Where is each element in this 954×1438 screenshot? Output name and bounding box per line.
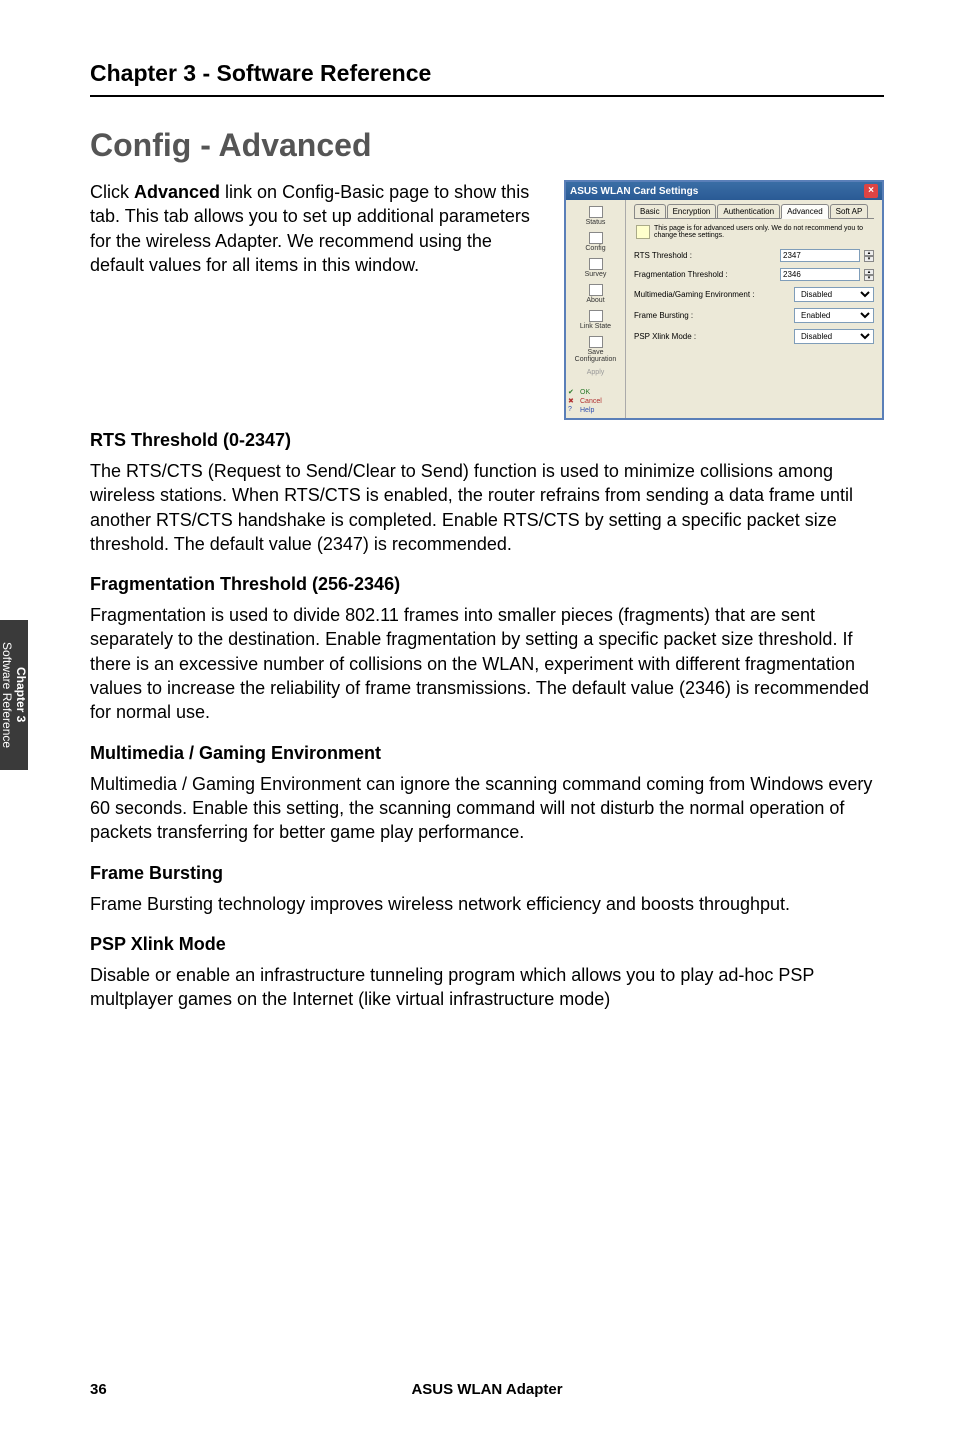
footer-product: ASUS WLAN Adapter [411, 1381, 562, 1398]
rts-spinner[interactable]: ▴▾ [864, 250, 874, 262]
heading-multimedia: Multimedia / Gaming Environment [90, 743, 884, 764]
text-burst: Frame Bursting technology improves wirel… [90, 892, 884, 916]
cancel-icon: ✖ [568, 397, 578, 405]
field-rts: RTS Threshold : ▴▾ [634, 249, 874, 262]
status-icon [589, 206, 603, 218]
survey-icon [589, 258, 603, 270]
config-icon [589, 232, 603, 244]
heading-psp: PSP Xlink Mode [90, 934, 884, 955]
sidebar-item-about[interactable]: About [568, 282, 623, 306]
dialog-sidebar: Status Config Survey About Link State Sa… [566, 200, 626, 418]
hint-icon [636, 225, 650, 239]
field-psp: PSP Xlink Mode : Disabled [634, 329, 874, 344]
burst-select[interactable]: Enabled [794, 308, 874, 323]
text-psp: Disable or enable an infrastructure tunn… [90, 963, 884, 1012]
sidebar-item-apply: Apply [568, 367, 623, 378]
settings-dialog: ASUS WLAN Card Settings × Status Config … [564, 180, 884, 420]
tab-softap[interactable]: Soft AP [830, 204, 869, 218]
tab-advanced[interactable]: Advanced [781, 204, 829, 219]
page-number: 36 [90, 1381, 107, 1398]
field-multimedia: Multimedia/Gaming Environment : Disabled [634, 287, 874, 302]
side-tab: Chapter 3 Software Reference [0, 620, 28, 770]
sidebar-item-survey[interactable]: Survey [568, 256, 623, 280]
page-footer: 36 ASUS WLAN Adapter [90, 1381, 884, 1398]
sidebar-item-linkstate[interactable]: Link State [568, 308, 623, 332]
text-multimedia: Multimedia / Gaming Environment can igno… [90, 772, 884, 845]
frag-input[interactable] [780, 268, 860, 281]
page-title: Config - Advanced [90, 127, 884, 164]
ok-link[interactable]: ✔OK [568, 388, 623, 396]
sidebar-item-saveconfig[interactable]: Save Configuration [568, 334, 623, 365]
dialog-title: ASUS WLAN Card Settings [570, 186, 698, 197]
dialog-main: Basic Encryption Authentication Advanced… [626, 200, 882, 418]
tab-authentication[interactable]: Authentication [717, 204, 780, 218]
rts-input[interactable] [780, 249, 860, 262]
ok-icon: ✔ [568, 388, 578, 396]
heading-frag: Fragmentation Threshold (256-2346) [90, 574, 884, 595]
psp-select[interactable]: Disabled [794, 329, 874, 344]
linkstate-icon [589, 310, 603, 322]
rts-label: RTS Threshold : [634, 251, 776, 260]
cancel-link[interactable]: ✖Cancel [568, 397, 623, 405]
multimedia-label: Multimedia/Gaming Environment : [634, 290, 790, 299]
sidebar-item-status[interactable]: Status [568, 204, 623, 228]
tab-encryption[interactable]: Encryption [667, 204, 717, 218]
chapter-header: Chapter 3 - Software Reference [90, 60, 884, 87]
sidebar-section: Software Reference [0, 642, 14, 748]
heading-rts: RTS Threshold (0-2347) [90, 430, 884, 451]
text-rts: The RTS/CTS (Request to Send/Clear to Se… [90, 459, 884, 556]
multimedia-select[interactable]: Disabled [794, 287, 874, 302]
intro-paragraph: Click Advanced link on Config-Basic page… [90, 180, 549, 420]
about-icon [589, 284, 603, 296]
frag-spinner[interactable]: ▴▾ [864, 269, 874, 281]
hint-row: This page is for advanced users only. We… [634, 219, 874, 245]
tab-basic[interactable]: Basic [634, 204, 666, 218]
burst-label: Frame Bursting : [634, 311, 790, 320]
close-button[interactable]: × [864, 184, 878, 198]
hint-text: This page is for advanced users only. We… [654, 225, 872, 239]
header-rule [90, 95, 884, 97]
frag-label: Fragmentation Threshold : [634, 270, 776, 279]
sidebar-chapter: Chapter 3 [14, 667, 28, 722]
field-burst: Frame Bursting : Enabled [634, 308, 874, 323]
text-frag: Fragmentation is used to divide 802.11 f… [90, 603, 884, 724]
sidebar-item-config[interactable]: Config [568, 230, 623, 254]
field-frag: Fragmentation Threshold : ▴▾ [634, 268, 874, 281]
dialog-titlebar: ASUS WLAN Card Settings × [566, 182, 882, 200]
save-icon [589, 336, 603, 348]
heading-burst: Frame Bursting [90, 863, 884, 884]
help-icon: ? [568, 406, 578, 414]
psp-label: PSP Xlink Mode : [634, 332, 790, 341]
dialog-tabs: Basic Encryption Authentication Advanced… [634, 204, 874, 219]
help-link[interactable]: ?Help [568, 406, 623, 414]
